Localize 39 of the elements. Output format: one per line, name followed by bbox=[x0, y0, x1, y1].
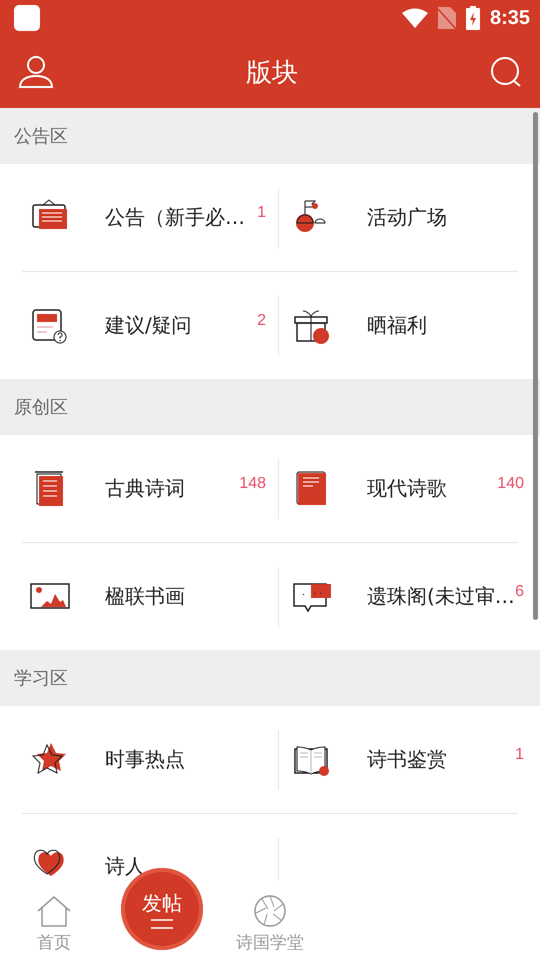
aperture-icon bbox=[254, 895, 286, 927]
clock-time: 8:35 bbox=[490, 6, 530, 30]
board-name: 遗珠阁(未过审… bbox=[367, 582, 515, 610]
no-sim-icon bbox=[438, 7, 456, 29]
board-item[interactable]: 古典诗词 148 bbox=[22, 435, 278, 541]
board-item[interactable]: 活动广场 bbox=[279, 164, 540, 270]
board-item[interactable]: 现代诗歌 140 bbox=[279, 435, 540, 541]
home-icon bbox=[36, 895, 72, 927]
board-item[interactable]: 时事热点 bbox=[22, 706, 278, 812]
board-item[interactable]: 公告（新手必… 1 bbox=[22, 164, 278, 270]
section-header: 公告区 bbox=[0, 108, 540, 164]
post-count: 6 bbox=[515, 583, 524, 601]
section-header: 原创区 bbox=[0, 379, 540, 435]
app-notification-icon bbox=[14, 5, 40, 31]
battery-charging-icon bbox=[466, 6, 480, 30]
board-name: 建议/疑问 bbox=[105, 312, 192, 338]
board-name: 晒福利 bbox=[367, 312, 427, 338]
board-name: 公告（新手必… bbox=[105, 204, 245, 230]
board-name: 现代诗歌 bbox=[367, 474, 447, 502]
board-name: 时事热点 bbox=[105, 746, 185, 772]
board-name: 楹联书画 bbox=[105, 582, 185, 610]
post-count: 2 bbox=[257, 312, 266, 330]
post-count: 1 bbox=[257, 204, 266, 222]
board-item[interactable]: 建议/疑问 2 bbox=[22, 272, 278, 378]
board-name: 活动广场 bbox=[367, 204, 447, 230]
post-count: 140 bbox=[497, 475, 524, 493]
board-name: 古典诗词 bbox=[105, 474, 185, 502]
menu-icon bbox=[151, 918, 173, 928]
board-name: 诗书鉴赏 bbox=[367, 746, 447, 772]
board-item[interactable]: 晒福利 bbox=[279, 272, 540, 378]
board-item[interactable]: 楹联书画 bbox=[22, 543, 278, 649]
page-title: 版块 bbox=[246, 56, 298, 90]
profile-icon[interactable] bbox=[18, 55, 54, 89]
section-header: 学习区 bbox=[0, 650, 540, 706]
board-item[interactable]: 诗书鉴赏 1 bbox=[279, 706, 540, 812]
post-count: 1 bbox=[515, 746, 524, 764]
wifi-icon bbox=[402, 8, 428, 28]
search-icon[interactable] bbox=[490, 56, 522, 88]
post-count: 148 bbox=[239, 475, 266, 493]
